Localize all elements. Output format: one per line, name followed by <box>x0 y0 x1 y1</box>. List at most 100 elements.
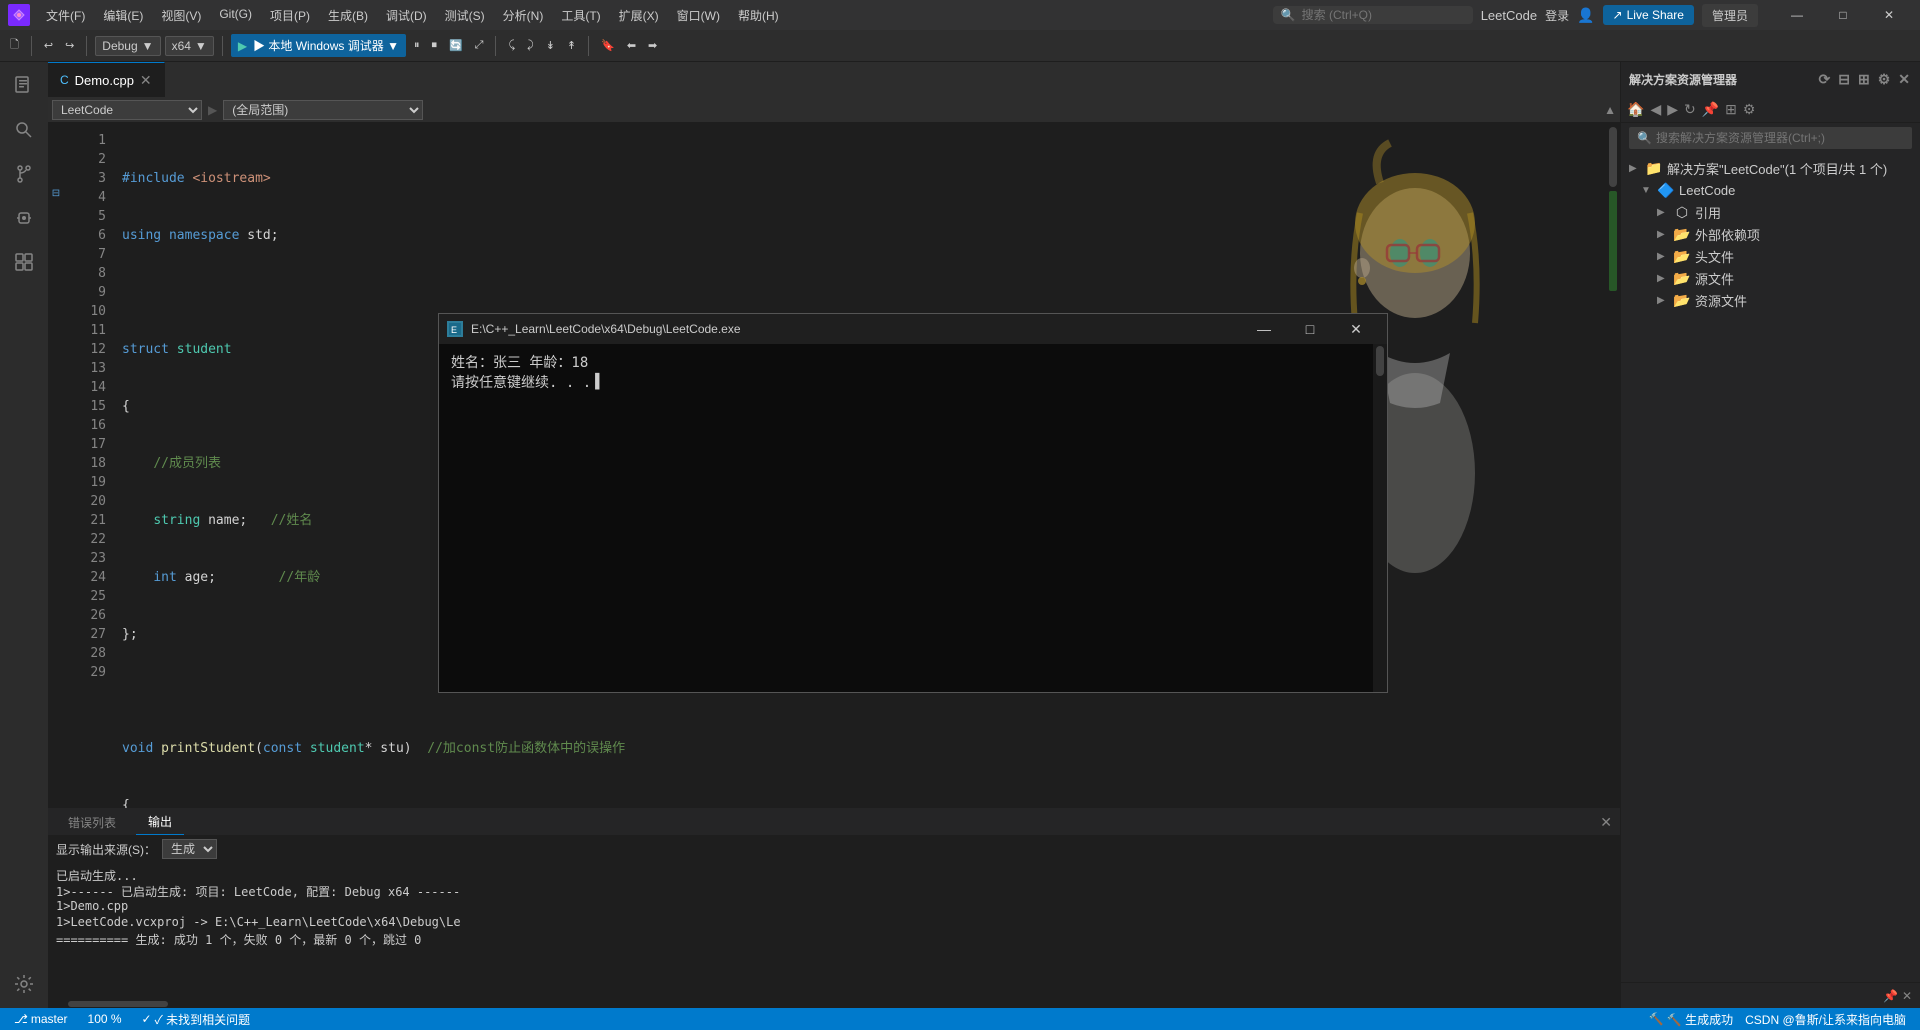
search-box[interactable]: 🔍 <box>1273 6 1473 24</box>
tree-references[interactable]: ▶ ⬡ 引用 <box>1621 201 1920 223</box>
tree-project[interactable]: ▼ 🔷 LeetCode <box>1621 179 1920 201</box>
se-back-btn[interactable]: ◀ <box>1648 99 1663 120</box>
activity-settings[interactable] <box>4 964 44 1004</box>
toolbar-btn-5[interactable]: ⤹ <box>504 37 519 54</box>
status-no-issues[interactable]: ✓ ✓ 未找到相关问题 <box>136 1008 257 1030</box>
run-debugger-button[interactable]: ▶ ▶ 本地 Windows 调试器 ▼ <box>231 34 406 57</box>
se-home-btn[interactable]: 🏠 <box>1625 99 1646 120</box>
project-dropdown[interactable]: LeetCode <box>52 100 202 120</box>
toolbar-btn-4[interactable]: ⤢ <box>471 37 488 54</box>
menu-file[interactable]: 文件(F) <box>38 3 93 28</box>
menu-test[interactable]: 测试(S) <box>437 3 493 28</box>
se-search[interactable]: 🔍 <box>1629 127 1912 149</box>
activity-debug[interactable] <box>4 198 44 238</box>
collapse-btn[interactable]: ▲ <box>1604 103 1616 117</box>
tree-external-deps[interactable]: ▶ 📂 外部依赖项 <box>1621 223 1920 245</box>
activity-search[interactable] <box>4 110 44 150</box>
debug-config-dropdown[interactable]: Debug ▼ <box>95 36 160 56</box>
res-arrow: ▶ <box>1657 295 1669 306</box>
close-button[interactable]: ✕ <box>1866 0 1912 30</box>
activity-extensions[interactable] <box>4 242 44 282</box>
minimize-button[interactable]: — <box>1774 0 1820 30</box>
toolbar-bookmark3[interactable]: ➡ <box>644 37 661 54</box>
output-content: 已启动生成... 1>------ 已启动生成: 项目: LeetCode, 配… <box>48 863 1620 1000</box>
output-source-select[interactable]: 生成 <box>162 839 217 859</box>
console-maximize-btn[interactable]: □ <box>1287 314 1333 344</box>
menu-view[interactable]: 视图(V) <box>153 3 209 28</box>
status-zoom[interactable]: 100 % <box>82 1008 128 1030</box>
menu-tools[interactable]: 工具(T) <box>553 3 608 28</box>
console-close-btn[interactable]: ✕ <box>1333 314 1379 344</box>
se-forward-btn[interactable]: ▶ <box>1665 99 1680 120</box>
menu-git[interactable]: Git(G) <box>211 3 260 28</box>
tree-solution[interactable]: ▶ 📁 解决方案"LeetCode"(1 个项目/共 1 个) <box>1621 157 1920 179</box>
menu-analyze[interactable]: 分析(N) <box>495 3 552 28</box>
toolbar-bookmark[interactable]: 🔖 <box>597 37 619 54</box>
se-pin-btn[interactable]: 📌 <box>1700 99 1721 120</box>
toolbar-redo[interactable]: ↪ <box>61 37 78 54</box>
scrollbar-thumb[interactable] <box>1609 127 1617 187</box>
toolbar-btn-8[interactable]: ↟ <box>563 37 580 54</box>
tab-democpp[interactable]: C Demo.cpp ✕ <box>48 62 165 97</box>
search-input[interactable] <box>1302 8 1442 22</box>
se-settings-btn[interactable]: ⚙ <box>1876 69 1893 90</box>
tab-output[interactable]: 输出 <box>136 809 184 835</box>
menu-help[interactable]: 帮助(H) <box>730 3 787 28</box>
scope-dropdown[interactable]: (全局范围) <box>223 100 423 120</box>
title-bar: 文件(F) 编辑(E) 视图(V) Git(G) 项目(P) 生成(B) 调试(… <box>0 0 1920 30</box>
console-scrollbar-thumb[interactable] <box>1376 346 1384 376</box>
toolbar-bookmark2[interactable]: ⬅ <box>623 37 640 54</box>
admin-button[interactable]: 管理员 <box>1702 4 1758 27</box>
menu-project[interactable]: 项目(P) <box>262 3 318 28</box>
status-watermark: CSDN @鲁斯/让系来指向电脑 <box>1739 1008 1912 1030</box>
tab-close-btn[interactable]: ✕ <box>140 72 152 89</box>
tree-source[interactable]: ▶ 📂 源文件 <box>1621 267 1920 289</box>
hdr-label: 头文件 <box>1695 247 1912 266</box>
toolbar-btn-6[interactable]: ⤸ <box>523 37 538 54</box>
se-filter-btn[interactable]: ⊞ <box>1856 69 1872 90</box>
title-right: LeetCode 登录 👤 ↗ Live Share 管理员 <box>1481 4 1758 27</box>
login-text[interactable]: 登录 <box>1545 7 1569 24</box>
menu-window[interactable]: 窗口(W) <box>669 3 728 28</box>
menu-debug[interactable]: 调试(D) <box>378 3 435 28</box>
se-search-input[interactable] <box>1656 131 1904 145</box>
h-scrollbar-thumb[interactable] <box>68 1001 168 1007</box>
vertical-scrollbar[interactable] <box>1606 123 1620 808</box>
se-settings2-btn[interactable]: ⚙ <box>1741 99 1758 120</box>
maximize-button[interactable]: □ <box>1820 0 1866 30</box>
toolbar-btn-3[interactable]: 🔄 <box>445 37 467 54</box>
live-share-button[interactable]: ↗ Live Share <box>1603 5 1694 25</box>
gutter-indicators: ⊟ <box>48 123 64 808</box>
toolbar-new-btn[interactable]: 🗋 <box>6 34 23 57</box>
horizontal-scrollbar[interactable] <box>48 1000 1620 1008</box>
se-collapse-btn[interactable]: ⊟ <box>1836 69 1852 90</box>
menu-build[interactable]: 生成(B) <box>320 3 376 28</box>
bottom-panel-collapse[interactable]: ✕ <box>1600 814 1612 831</box>
activity-git[interactable] <box>4 154 44 194</box>
menu-edit[interactable]: 编辑(E) <box>95 3 151 28</box>
toolbar-btn-7[interactable]: ↡ <box>542 37 559 54</box>
prop-pin-btn[interactable]: 📌 <box>1883 989 1898 1003</box>
prop-close-btn[interactable]: ✕ <box>1902 989 1912 1003</box>
tab-error-list[interactable]: 错误列表 <box>56 810 128 835</box>
platform-dropdown[interactable]: x64 ▼ <box>165 36 214 56</box>
tree-resources[interactable]: ▶ 📂 资源文件 <box>1621 289 1920 311</box>
menu-extensions[interactable]: 扩展(X) <box>611 3 667 28</box>
toolbar-btn-2[interactable]: ⏹ <box>427 37 441 54</box>
se-sync-btn[interactable]: ⟳ <box>1817 69 1833 90</box>
console-scrollbar[interactable] <box>1373 344 1387 692</box>
tree-headers[interactable]: ▶ 📂 头文件 <box>1621 245 1920 267</box>
toolbar-btn-1[interactable]: ⏸ <box>410 37 424 54</box>
status-git[interactable]: ⎇ master <box>8 1008 74 1030</box>
se-refresh-btn[interactable]: ↻ <box>1682 99 1698 120</box>
se-close-btn[interactable]: ✕ <box>1896 69 1912 90</box>
toolbar-sep2 <box>86 36 87 56</box>
status-build-success[interactable]: 🔨 🔨 生成成功 <box>1643 1008 1739 1030</box>
user-icon: 👤 <box>1577 7 1594 24</box>
breadcrumb-sep: ▶ <box>208 103 217 117</box>
activity-explorer[interactable] <box>4 66 44 106</box>
toolbar-undo[interactable]: ↩ <box>40 37 57 54</box>
console-minimize-btn[interactable]: — <box>1241 314 1287 344</box>
se-more-btn[interactable]: ⊞ <box>1723 99 1739 120</box>
editor-content[interactable]: ⊟ 1 2 3 4 5 6 7 8 9 10 11 12 13 14 15 16 <box>48 123 1620 808</box>
